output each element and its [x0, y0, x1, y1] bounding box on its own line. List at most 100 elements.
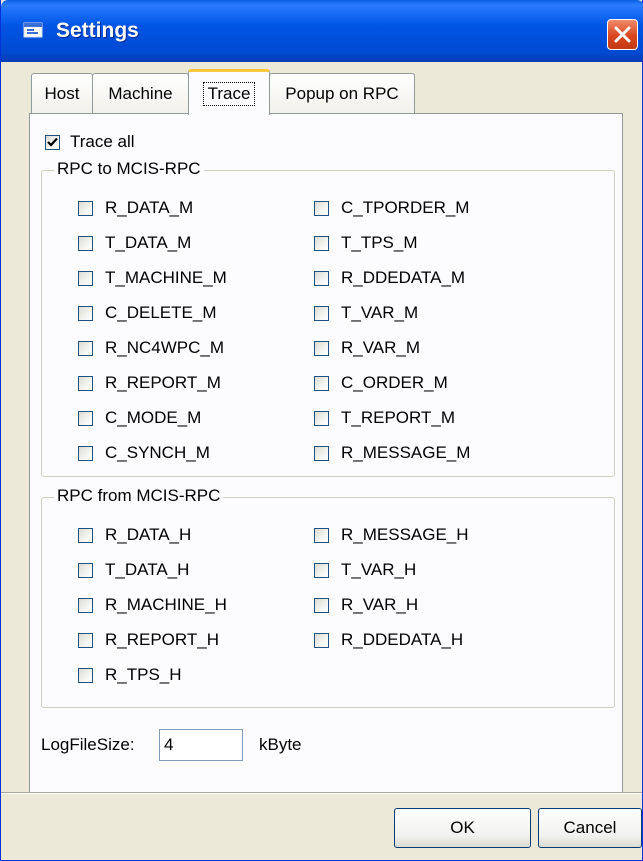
checkbox-label: R_TPS_H — [105, 665, 182, 684]
checkbox-r-report-m[interactable]: R_REPORT_M — [78, 372, 221, 394]
checkbox-box — [78, 562, 93, 578]
cancel-button[interactable]: Cancel — [538, 808, 642, 848]
checkbox-label: R_DDEDATA_H — [341, 630, 464, 649]
checkbox-t-report-m[interactable]: T_REPORT_M — [314, 407, 455, 429]
checkbox-label: T_VAR_M — [341, 303, 419, 322]
rpc-to-group-title: RPC to MCIS-RPC — [54, 159, 204, 179]
checkbox-r-report-h[interactable]: R_REPORT_H — [78, 629, 219, 651]
checkbox-label: T_DATA_M — [105, 233, 192, 252]
settings-app-icon — [23, 22, 43, 38]
tab-label: Trace — [202, 81, 256, 106]
checkbox-r-ddedata-h[interactable]: R_DDEDATA_H — [314, 629, 463, 651]
log-file-size-input[interactable] — [159, 729, 243, 761]
checkbox-r-data-h[interactable]: R_DATA_H — [78, 524, 191, 546]
tab-label: Machine — [108, 83, 173, 103]
checkbox-c-tporder-m[interactable]: C_TPORDER_M — [314, 197, 469, 219]
checkbox-box — [78, 632, 93, 648]
checkbox-label: R_MESSAGE_H — [341, 525, 469, 544]
checkbox-label: T_TPS_M — [341, 233, 418, 252]
checkbox-box — [78, 305, 93, 321]
checkbox-r-var-h[interactable]: R_VAR_H — [314, 594, 418, 616]
checkbox-box — [314, 340, 329, 356]
checkbox-label: R_VAR_H — [341, 595, 419, 614]
checkbox-box — [314, 562, 329, 578]
checkbox-r-nc4wpc-m[interactable]: R_NC4WPC_M — [78, 337, 224, 359]
checkbox-label: T_MACHINE_M — [105, 268, 227, 287]
checkbox-box — [314, 375, 329, 391]
checkbox-r-data-m[interactable]: R_DATA_M — [78, 197, 193, 219]
checkbox-label: R_MACHINE_H — [105, 595, 227, 614]
checkbox-r-tps-h[interactable]: R_TPS_H — [78, 664, 182, 686]
checkbox-box — [314, 410, 329, 426]
checkbox-box — [78, 410, 93, 426]
checkbox-t-machine-m[interactable]: T_MACHINE_M — [78, 267, 227, 289]
checkbox-t-data-h[interactable]: T_DATA_H — [78, 559, 189, 581]
checkbox-label: C_SYNCH_M — [105, 443, 210, 462]
settings-dialog: Settings Host Machine Trace Popup on RPC… — [0, 0, 643, 861]
checkbox-label: R_REPORT_H — [105, 630, 219, 649]
trace-all-checkbox[interactable]: Trace all — [45, 131, 135, 153]
checkbox-c-delete-m[interactable]: C_DELETE_M — [78, 302, 216, 324]
tab-label: Host — [44, 83, 80, 103]
checkbox-box — [314, 445, 329, 461]
close-icon — [614, 26, 631, 43]
tab-popup-on-rpc[interactable]: Popup on RPC — [269, 73, 415, 113]
checkbox-r-machine-h[interactable]: R_MACHINE_H — [78, 594, 227, 616]
checkbox-label: R_NC4WPC_M — [105, 338, 225, 357]
tab-label: Popup on RPC — [285, 83, 399, 103]
checkbox-r-ddedata-m[interactable]: R_DDEDATA_M — [314, 267, 465, 289]
checkbox-label: R_VAR_M — [341, 338, 421, 357]
checkbox-label: C_TPORDER_M — [341, 198, 470, 217]
checkbox-label: R_DATA_H — [105, 525, 192, 544]
checkbox-label: R_DDEDATA_M — [341, 268, 466, 287]
checkbox-label: T_DATA_H — [105, 560, 190, 579]
checkbox-c-synch-m[interactable]: C_SYNCH_M — [78, 442, 210, 464]
checkbox-t-var-m[interactable]: T_VAR_M — [314, 302, 418, 324]
checkbox-r-message-m[interactable]: R_MESSAGE_M — [314, 442, 470, 464]
ok-button[interactable]: OK — [394, 808, 531, 848]
tab-trace[interactable]: Trace — [188, 69, 270, 115]
checkbox-box — [314, 632, 329, 648]
checkbox-box — [314, 270, 329, 286]
checkbox-t-tps-m[interactable]: T_TPS_M — [314, 232, 418, 254]
checkbox-box — [314, 597, 329, 613]
checkbox-label: R_DATA_M — [105, 198, 194, 217]
checkbox-box — [78, 667, 93, 683]
checkbox-box — [314, 235, 329, 251]
checkbox-r-message-h[interactable]: R_MESSAGE_H — [314, 524, 469, 546]
checkbox-box — [78, 445, 93, 461]
checkbox-label: C_ORDER_M — [341, 373, 448, 392]
checkbox-label: C_DELETE_M — [105, 303, 217, 322]
checkbox-box — [314, 200, 329, 216]
checkbox-c-order-m[interactable]: C_ORDER_M — [314, 372, 448, 394]
window-title: Settings — [56, 19, 139, 42]
checkbox-label: Trace all — [70, 132, 135, 151]
checkbox-label: R_REPORT_M — [105, 373, 221, 392]
checkbox-box — [78, 527, 93, 543]
checkbox-box — [314, 305, 329, 321]
tab-machine[interactable]: Machine — [92, 73, 189, 113]
checkbox-box — [78, 375, 93, 391]
close-button[interactable] — [607, 19, 638, 50]
rpc-from-group-title: RPC from MCIS-RPC — [54, 486, 224, 506]
checkbox-r-var-m[interactable]: R_VAR_M — [314, 337, 420, 359]
tab-host[interactable]: Host — [31, 73, 93, 113]
checkbox-box — [78, 270, 93, 286]
log-file-size-label: LogFileSize: — [41, 735, 135, 754]
checkbox-box — [78, 340, 93, 356]
checkbox-t-data-m[interactable]: T_DATA_M — [78, 232, 191, 254]
checkbox-box — [78, 235, 93, 251]
checkbox-box — [78, 200, 93, 216]
checkmark-icon — [47, 137, 58, 147]
checkbox-box — [45, 134, 60, 150]
footer-separator — [1, 792, 642, 794]
checkbox-t-var-h[interactable]: T_VAR_H — [314, 559, 416, 581]
checkbox-box — [314, 527, 329, 543]
checkbox-label: T_REPORT_M — [341, 408, 455, 427]
checkbox-label: C_MODE_M — [105, 408, 202, 427]
log-file-size-unit: kByte — [259, 735, 302, 754]
checkbox-label: R_MESSAGE_M — [341, 443, 471, 462]
checkbox-box — [78, 597, 93, 613]
checkbox-c-mode-m[interactable]: C_MODE_M — [78, 407, 201, 429]
title-bar[interactable]: Settings — [1, 0, 643, 62]
